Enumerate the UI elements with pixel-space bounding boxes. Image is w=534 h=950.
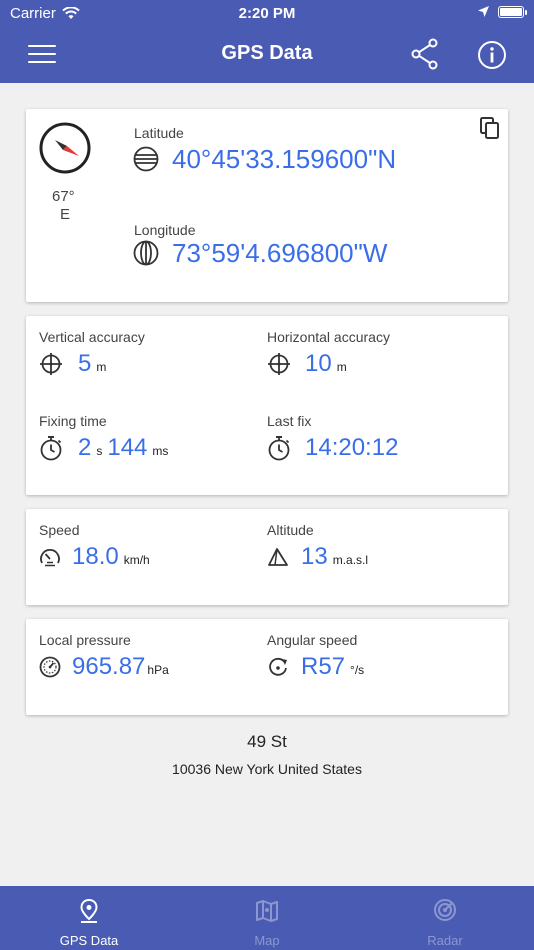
altitude-number: 13 xyxy=(301,543,328,570)
altitude-value: 13 m.a.s.l xyxy=(301,543,368,571)
tab-label: Radar xyxy=(427,933,463,948)
status-right xyxy=(477,5,527,18)
vertical-accuracy-unit: m xyxy=(96,360,107,374)
info-icon[interactable] xyxy=(477,40,507,70)
altitude-unit: m.a.s.l xyxy=(332,553,369,567)
fixing-time-value: 2 s 144 ms xyxy=(78,434,168,462)
fixing-time-seconds-unit: s xyxy=(96,444,103,458)
fixing-time-seconds: 2 xyxy=(78,434,92,461)
compass-icon xyxy=(39,122,91,174)
horizontal-accuracy-value: 10 m xyxy=(305,350,347,378)
longitude-value: 73°59'4.696800"W xyxy=(172,238,388,268)
pressure-label: Local pressure xyxy=(39,632,131,648)
angular-speed-unit: °/s xyxy=(350,663,365,677)
tab-gps-data[interactable]: GPS Data xyxy=(0,886,178,950)
map-icon xyxy=(256,900,278,922)
angular-speed-number: R57 xyxy=(301,653,346,680)
address-street: 49 St xyxy=(247,732,287,751)
speed-value: 18.0 km/h xyxy=(72,543,150,571)
angular-speed-value: R57 °/s xyxy=(301,653,364,681)
tab-radar[interactable]: Radar xyxy=(356,886,534,950)
coordinates-card: 67° E Latitude 40°45'33.159600"N Longitu… xyxy=(26,109,508,302)
radar-icon xyxy=(434,899,456,921)
last-fix-value: 14:20:12 xyxy=(305,434,399,461)
tab-map[interactable]: Map xyxy=(178,886,356,950)
altitude-label: Altitude xyxy=(267,522,314,538)
pressure-gauge-icon xyxy=(39,656,61,678)
latitude-globe-icon xyxy=(133,146,159,172)
vertical-accuracy-number: 5 xyxy=(78,350,92,377)
status-bar: Carrier 2:20 PM xyxy=(0,0,534,26)
altitude-icon xyxy=(268,548,288,566)
status-time: 2:20 PM xyxy=(238,5,296,22)
tab-label: Map xyxy=(254,933,280,948)
vertical-accuracy-value: 5 m xyxy=(78,350,106,378)
latitude-value: 40°45'33.159600"N xyxy=(172,144,397,174)
fixing-time-ms: 144 xyxy=(107,434,148,461)
longitude-label: Longitude xyxy=(134,222,196,238)
angular-speed-label: Angular speed xyxy=(267,632,358,648)
rotation-icon xyxy=(269,657,287,676)
speed-number: 18.0 xyxy=(72,543,119,570)
location-pin-icon xyxy=(80,898,98,923)
environment-card: Local pressure 965.87 hPa Angular speed … xyxy=(26,619,508,715)
last-fix-label: Last fix xyxy=(267,413,312,429)
location-arrow-icon xyxy=(478,6,489,17)
share-icon[interactable] xyxy=(410,38,440,70)
speed-label: Speed xyxy=(39,522,80,538)
horizontal-accuracy-number: 10 xyxy=(305,350,332,377)
tab-label: GPS Data xyxy=(59,933,119,948)
address-city: 10036 New York United States xyxy=(172,761,362,777)
longitude-globe-icon xyxy=(133,240,159,266)
crosshair-icon xyxy=(40,353,62,375)
app-bar: GPS Data xyxy=(0,26,534,83)
vertical-accuracy-label: Vertical accuracy xyxy=(39,329,145,345)
horizontal-accuracy-unit: m xyxy=(336,360,347,374)
pressure-value: 965.87 hPa xyxy=(72,653,169,681)
pressure-number: 965.87 xyxy=(72,653,146,680)
stopwatch-icon xyxy=(268,436,290,461)
speed-unit: km/h xyxy=(123,553,150,567)
heading-direction: E xyxy=(60,206,71,223)
latitude-label: Latitude xyxy=(134,125,184,141)
motion-card: Speed 18.0 km/h Altitude 13 m.a.s.l xyxy=(26,509,508,605)
fixing-time-ms-unit: ms xyxy=(152,444,169,458)
battery-icon xyxy=(498,5,527,18)
fixing-time-label: Fixing time xyxy=(39,413,107,429)
page-title: GPS Data xyxy=(221,42,313,64)
horizontal-accuracy-label: Horizontal accuracy xyxy=(267,329,390,345)
heading-degrees: 67° xyxy=(52,188,75,205)
crosshair-icon xyxy=(268,353,290,375)
speedometer-icon xyxy=(40,549,60,567)
pressure-unit: hPa xyxy=(147,663,169,677)
stopwatch-icon xyxy=(40,436,62,461)
accuracy-card: Vertical accuracy 5 m Horizontal accurac… xyxy=(26,316,508,495)
bottom-tab-bar: GPS Data Map Radar xyxy=(0,886,534,950)
copy-icon[interactable] xyxy=(480,117,500,139)
